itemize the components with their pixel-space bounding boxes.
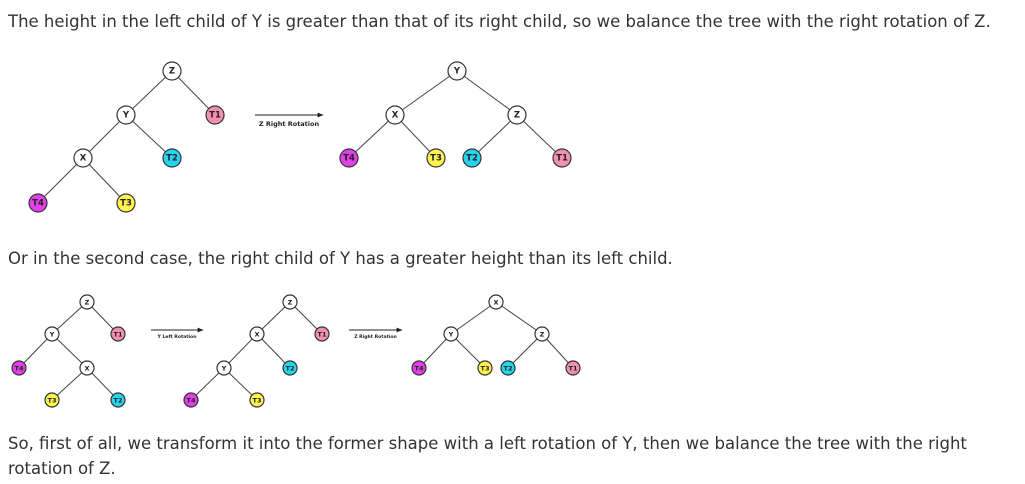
- tree-node-t3: T3: [426, 148, 446, 168]
- node-label: T2: [114, 397, 123, 405]
- tree-edge: [456, 70, 518, 116]
- right-rotation-diagram: Z Y T1 X T2 T4 T3 Y X Z T4 T3 T2 T1 Z Right Rotation: [28, 61, 572, 213]
- tree-2: Y X Z T4 T3 T2 T1: [339, 61, 572, 168]
- tree-node-t4: T4: [11, 360, 27, 376]
- conclusion-paragraph: So, first of all, we transform it into t…: [8, 434, 967, 478]
- node-label: Y: [49, 331, 55, 339]
- node-label: Z: [540, 331, 545, 339]
- node-label: Z: [514, 111, 520, 121]
- rotation-arrow: Y Left Rotation: [151, 327, 204, 340]
- tree-node-z: Z: [162, 61, 182, 81]
- node-label: T3: [48, 397, 57, 405]
- tree-node-x: X: [249, 326, 265, 342]
- node-label: T2: [166, 154, 178, 164]
- node-label: T1: [569, 365, 578, 373]
- tree-node-t4: T4: [411, 360, 427, 376]
- tree-node-z: Z: [534, 326, 550, 342]
- tree-node-t2: T2: [282, 360, 298, 376]
- tree-node-t4: T4: [339, 148, 359, 168]
- tree-node-x: X: [488, 294, 504, 310]
- tree-node-t1: T1: [110, 326, 126, 342]
- node-label: T3: [430, 154, 442, 164]
- tree-node-t1: T1: [552, 148, 572, 168]
- tree-node-x: X: [79, 360, 95, 376]
- tree-node-y: Y: [44, 326, 60, 342]
- tree-2: Z X T1 Y T2 T4 T3: [183, 294, 330, 408]
- node-label: Y: [221, 365, 227, 373]
- tree-1: Z Y T1 T4 X T3 T2: [11, 294, 126, 408]
- tree-3: X Y Z T4 T3 T2 T1: [411, 294, 581, 376]
- tree-node-t1: T1: [565, 360, 581, 376]
- node-label: T4: [415, 365, 424, 373]
- intro-paragraph: The height in the left child of Y is gre…: [8, 12, 991, 31]
- node-label: T2: [286, 365, 295, 373]
- node-label: X: [392, 111, 399, 121]
- tree-node-t2: T2: [110, 392, 126, 408]
- node-label: T4: [187, 397, 196, 405]
- node-label: Z: [85, 299, 90, 307]
- tree-node-t4: T4: [28, 193, 48, 213]
- tree-node-t2: T2: [462, 148, 482, 168]
- node-label: Z: [169, 67, 175, 77]
- node-label: T1: [209, 111, 221, 121]
- tree-node-t2: T2: [500, 360, 516, 376]
- tree-node-t3: T3: [44, 392, 60, 408]
- node-label: T4: [343, 154, 355, 164]
- tree-node-t3: T3: [477, 360, 493, 376]
- node-label: T3: [253, 397, 262, 405]
- node-label: X: [80, 154, 87, 164]
- tree-node-t3: T3: [116, 193, 136, 213]
- node-label: T4: [15, 365, 24, 373]
- tree-node-x: X: [73, 148, 93, 168]
- tree-node-z: Z: [79, 294, 95, 310]
- rotation-arrow: Z Right Rotation: [255, 112, 324, 128]
- arrow-caption: Y Left Rotation: [157, 334, 197, 340]
- rotation-arrow: Z Right Rotation: [349, 327, 403, 340]
- tree-node-y: Y: [216, 360, 232, 376]
- tree-node-t1: T1: [205, 105, 225, 125]
- tree-node-t4: T4: [183, 392, 199, 408]
- node-label: T2: [504, 365, 513, 373]
- left-right-rotation-diagram: Z Y T1 T4 X T3 T2 Z X T1 Y T2 T4 T3 X Y Z T4 T3 T2 T1 Y Left …: [11, 294, 581, 408]
- node-label: T4: [32, 199, 44, 209]
- arrow-caption: Z Right Rotation: [354, 334, 397, 340]
- arrow-caption: Z Right Rotation: [259, 120, 320, 128]
- tree-node-x: X: [385, 105, 405, 125]
- node-label: Y: [453, 67, 461, 77]
- tree-edge: [450, 301, 497, 335]
- node-label: T1: [556, 154, 568, 164]
- node-label: T3: [120, 199, 132, 209]
- tree-node-t1: T1: [314, 326, 330, 342]
- node-label: Z: [288, 299, 293, 307]
- tree-node-y: Y: [116, 105, 136, 125]
- tree-edge: [394, 70, 458, 116]
- tree-node-t3: T3: [249, 392, 265, 408]
- node-label: T1: [114, 331, 123, 339]
- node-label: T2: [466, 154, 478, 164]
- node-label: T3: [481, 365, 490, 373]
- tree-node-z: Z: [282, 294, 298, 310]
- node-label: T1: [318, 331, 327, 339]
- tree-node-y: Y: [447, 61, 467, 81]
- node-label: X: [84, 365, 89, 373]
- tree-node-y: Y: [443, 326, 459, 342]
- tree-node-t2: T2: [162, 148, 182, 168]
- node-label: Y: [448, 331, 454, 339]
- node-label: X: [254, 331, 259, 339]
- tree-node-z: Z: [507, 105, 527, 125]
- node-label: X: [493, 299, 498, 307]
- tree-edge: [495, 301, 543, 335]
- second-case-paragraph: Or in the second case, the right child o…: [8, 249, 673, 268]
- tree-1: Z Y T1 X T2 T4 T3: [28, 61, 225, 213]
- node-label: Y: [122, 111, 130, 121]
